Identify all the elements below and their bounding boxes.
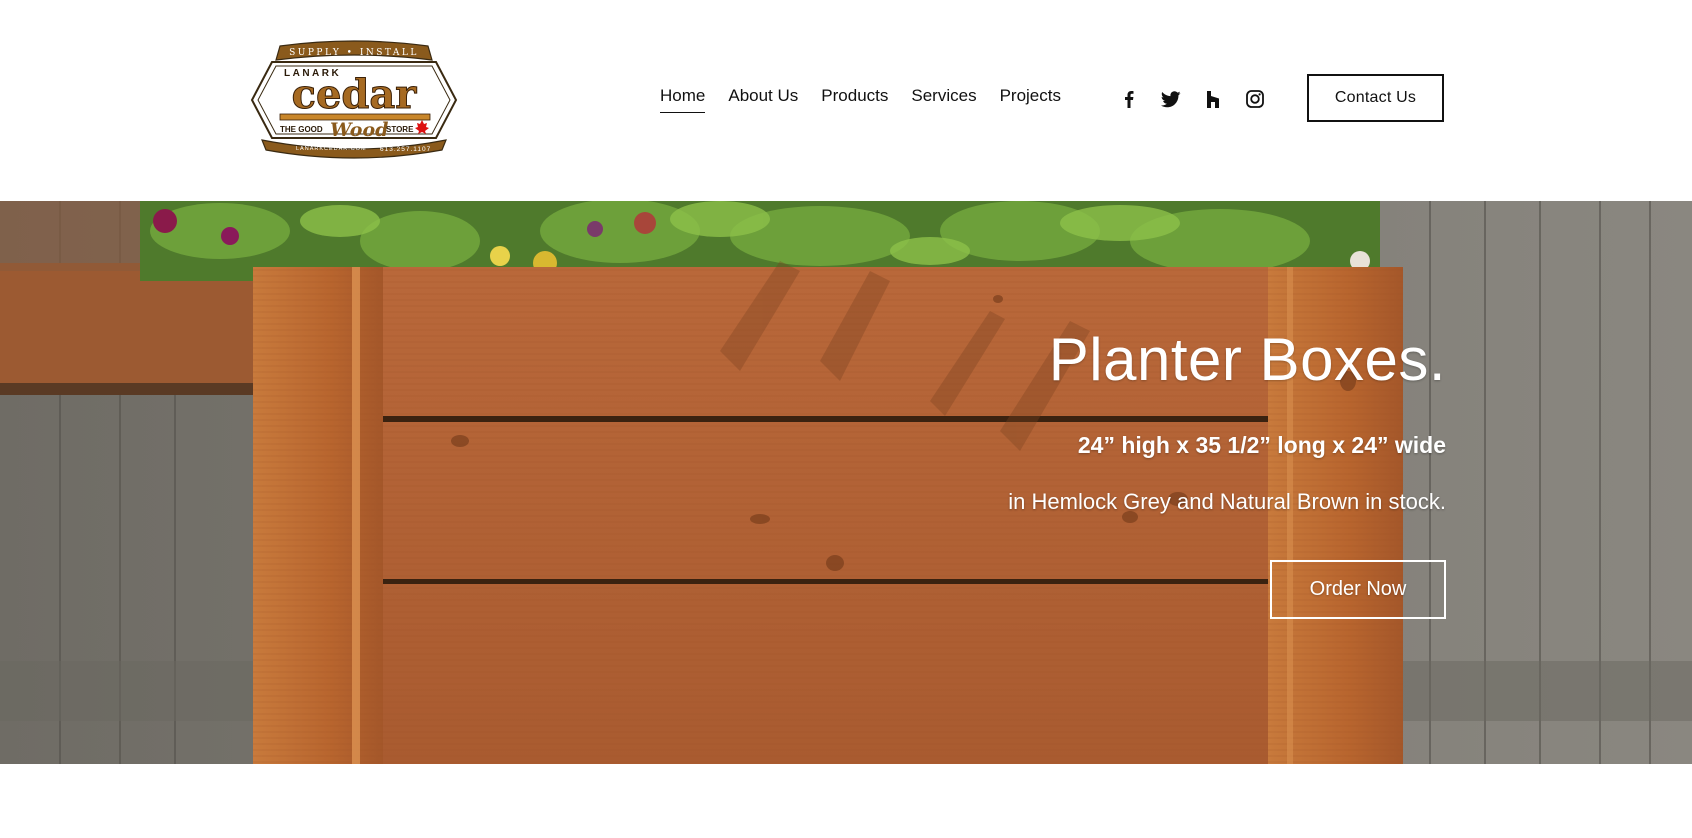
logo-top-text: SUPPLY • INSTALL [289, 48, 419, 58]
instagram-icon[interactable] [1244, 88, 1266, 110]
twitter-icon[interactable] [1160, 88, 1182, 110]
nav-projects[interactable]: Projects [1000, 86, 1061, 113]
nav-products[interactable]: Products [821, 86, 888, 113]
hero-banner: Planter Boxes. 24” high x 35 1/2” long x… [0, 201, 1692, 764]
logo-brand-main: cedar [292, 71, 418, 118]
order-now-button[interactable]: Order Now [1270, 560, 1446, 619]
nav-services[interactable]: Services [911, 86, 976, 113]
nav-home[interactable]: Home [660, 86, 706, 113]
social-links [1118, 88, 1266, 110]
main-nav: Home About Us Products Services Projects [660, 86, 1084, 113]
contact-us-button[interactable]: Contact Us [1307, 74, 1444, 122]
page-footer-space [0, 764, 1692, 838]
logo-bottom-right: 613.257.1107 [380, 146, 431, 153]
planter-box-photo [0, 201, 1692, 764]
logo-tagline-script: Wood [330, 119, 388, 141]
hero-dimensions: 24” high x 35 1/2” long x 24” wide [1077, 432, 1446, 458]
hero-stock-text: in Hemlock Grey and Natural Brown in sto… [1008, 489, 1446, 514]
facebook-icon[interactable] [1118, 88, 1140, 110]
lanark-cedar-logo[interactable]: SUPPLY • INSTALL LANARKCEDAR.COM 613.257… [244, 40, 464, 160]
logo-bottom-left: LANARKCEDAR.COM [296, 146, 367, 152]
logo-tagline-left: THE GOOD [280, 125, 323, 134]
site-header: SUPPLY • INSTALL LANARKCEDAR.COM 613.257… [0, 0, 1692, 200]
nav-about-us[interactable]: About Us [728, 86, 798, 113]
logo-tagline-right: STORE [386, 125, 414, 134]
houzz-icon[interactable] [1202, 88, 1224, 110]
hero-title: Planter Boxes. [1048, 326, 1446, 393]
